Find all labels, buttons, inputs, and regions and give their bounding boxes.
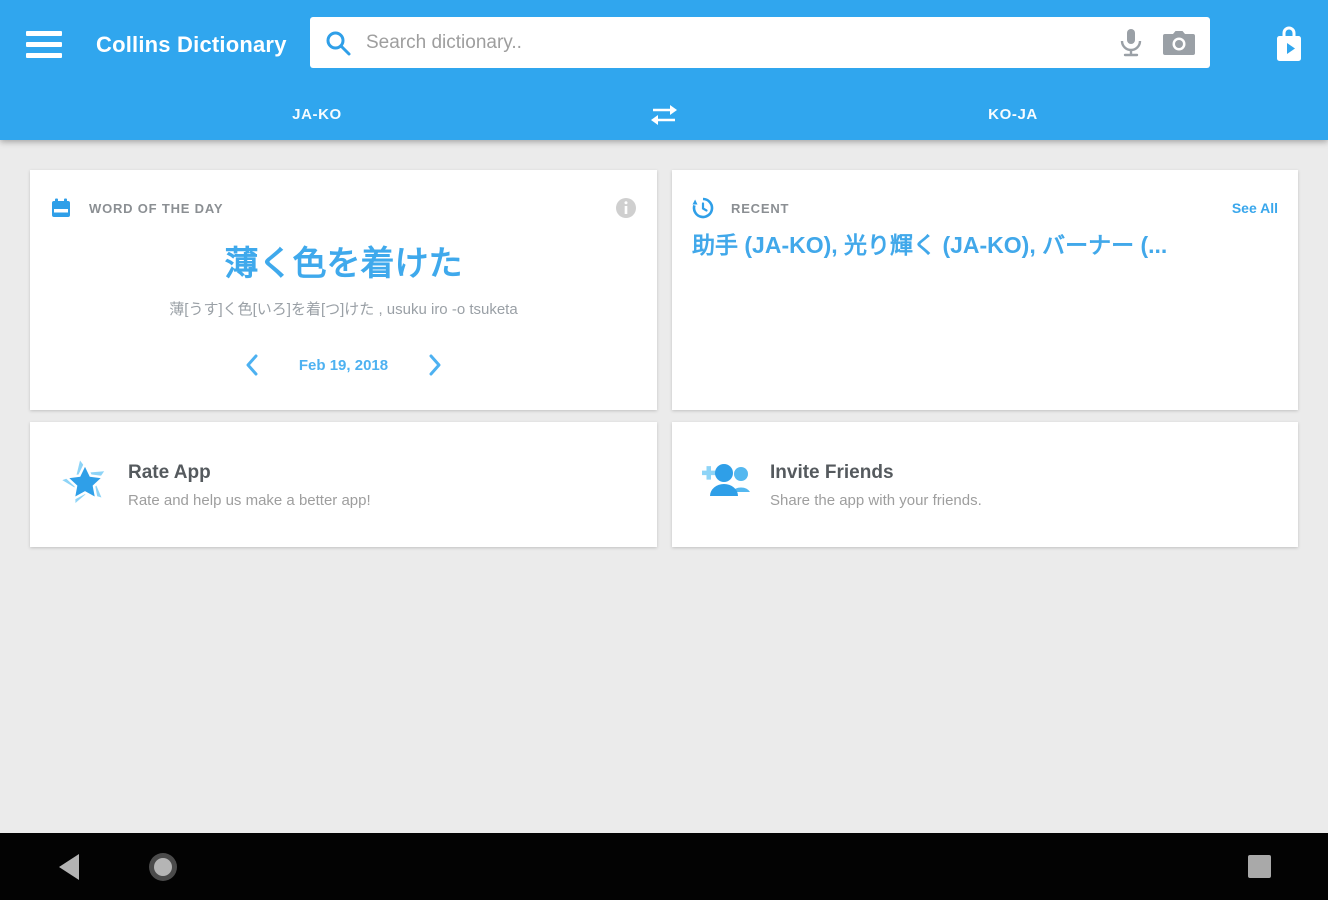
chevron-right-icon [429,354,441,376]
rate-app-subtitle: Rate and help us make a better app! [128,492,371,509]
language-tabs: JA-KO KO-JA [0,90,1328,140]
word-of-the-day-date: Feb 19, 2018 [298,356,389,374]
word-of-the-day-reading: 薄[うす]く色[いろ]を着[つ]けた , usuku iro -o tsuket… [169,301,518,318]
app-title: Collins Dictionary [96,32,287,57]
chevron-left-icon [246,354,258,376]
word-of-the-day-date-nav: Feb 19, 2018 [30,348,657,382]
see-all-link[interactable]: See All [1232,200,1278,216]
tab-ja-ko[interactable]: JA-KO [217,90,417,140]
search-bar[interactable] [310,17,1210,68]
word-of-the-day-label: WORD OF THE DAY [89,200,224,216]
invite-friends-card[interactable]: Invite Friends Share the app with your f… [672,422,1298,547]
microphone-icon[interactable] [1118,27,1144,59]
recent-card: RECENT See All 助手 (JA-KO), 光り輝く (JA-KO),… [672,170,1298,410]
tab-ko-ja[interactable]: KO-JA [913,90,1113,140]
camera-icon[interactable] [1162,29,1196,57]
next-day-button[interactable] [424,350,446,380]
previous-day-button[interactable] [241,350,263,380]
swap-languages-icon[interactable] [649,103,679,127]
recent-header: RECENT See All [692,196,1278,220]
recent-items[interactable]: 助手 (JA-KO), 光り輝く (JA-KO), バーナー (... [692,226,1278,260]
word-of-the-day-word[interactable]: 薄く色を着けた [30,236,657,285]
invite-friends-subtitle: Share the app with your friends. [770,492,982,509]
rate-app-card[interactable]: Rate App Rate and help us make a better … [30,422,657,547]
word-of-the-day-card: WORD OF THE DAY 薄く色を着けた 薄[うす]く色[いろ]を着[つ]… [30,170,657,410]
home-icon[interactable] [123,833,203,900]
app-header: Collins Dictionary Search dictionary.. J… [0,0,1328,140]
rate-app-title: Rate App [128,462,211,483]
invite-group-add-icon [702,464,750,496]
calendar-icon [52,198,70,217]
info-icon[interactable] [615,197,637,219]
search-icon [326,31,351,56]
word-of-the-day-header: WORD OF THE DAY [50,196,637,220]
rate-star-icon [62,460,107,504]
invite-friends-title: Invite Friends [770,462,894,483]
recents-icon[interactable] [1219,833,1299,900]
history-icon [692,197,714,219]
recent-label: RECENT [731,200,790,216]
menu-icon[interactable] [26,31,62,58]
back-icon[interactable] [28,833,108,900]
main-content: WORD OF THE DAY 薄く色を着けた 薄[うす]く色[いろ]を着[つ]… [0,140,1328,833]
search-input[interactable] [366,17,1006,68]
android-navigation-bar [0,833,1328,900]
play-store-icon[interactable] [1274,26,1304,64]
